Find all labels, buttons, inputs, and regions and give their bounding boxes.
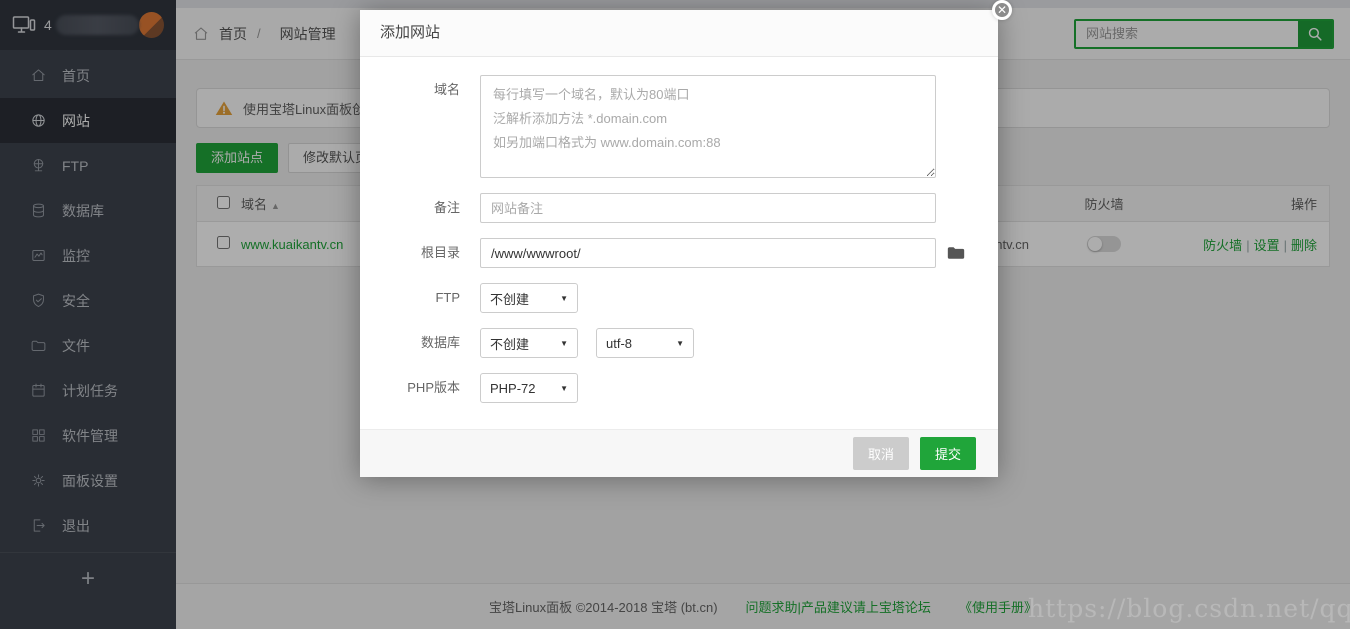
php-version-label: PHP版本 [360, 373, 460, 403]
domain-label: 域名 [360, 75, 460, 105]
modal-footer: 取消 提交 [360, 429, 998, 477]
charset-select-value: utf-8 [606, 336, 632, 351]
php-version-select-value: PHP-72 [490, 381, 536, 396]
ftp-select-value: 不创建 [490, 289, 529, 308]
remark-field-row: 备注 [360, 193, 998, 223]
add-website-modal: ✕ 添加网站 域名 备注 根目录 FTP [360, 10, 998, 477]
folder-picker-icon[interactable] [947, 245, 965, 261]
php-version-select[interactable]: PHP-72 ▼ [480, 373, 578, 403]
remark-input[interactable] [480, 193, 936, 223]
root-dir-field-row: 根目录 [360, 238, 998, 268]
submit-button[interactable]: 提交 [920, 437, 976, 470]
chevron-down-icon: ▼ [560, 339, 568, 348]
remark-label: 备注 [360, 193, 460, 223]
ftp-select[interactable]: 不创建 ▼ [480, 283, 578, 313]
root-dir-input[interactable] [480, 238, 936, 268]
domain-textarea[interactable] [480, 75, 936, 178]
database-select[interactable]: 不创建 ▼ [480, 328, 578, 358]
chevron-down-icon: ▼ [676, 339, 684, 348]
cancel-button[interactable]: 取消 [853, 437, 909, 470]
close-icon[interactable]: ✕ [992, 0, 1012, 20]
domain-field-row: 域名 [360, 75, 998, 178]
root-dir-label: 根目录 [360, 238, 460, 268]
chevron-down-icon: ▼ [560, 294, 568, 303]
modal-title: 添加网站 [360, 10, 998, 57]
php-version-field-row: PHP版本 PHP-72 ▼ [360, 373, 998, 403]
database-select-value: 不创建 [490, 334, 529, 353]
modal-body: 域名 备注 根目录 FTP 不创建 [360, 57, 998, 429]
database-label: 数据库 [360, 328, 460, 358]
ftp-label: FTP [360, 283, 460, 313]
charset-select[interactable]: utf-8 ▼ [596, 328, 694, 358]
ftp-field-row: FTP 不创建 ▼ [360, 283, 998, 313]
database-field-row: 数据库 不创建 ▼ utf-8 ▼ [360, 328, 998, 358]
chevron-down-icon: ▼ [560, 384, 568, 393]
